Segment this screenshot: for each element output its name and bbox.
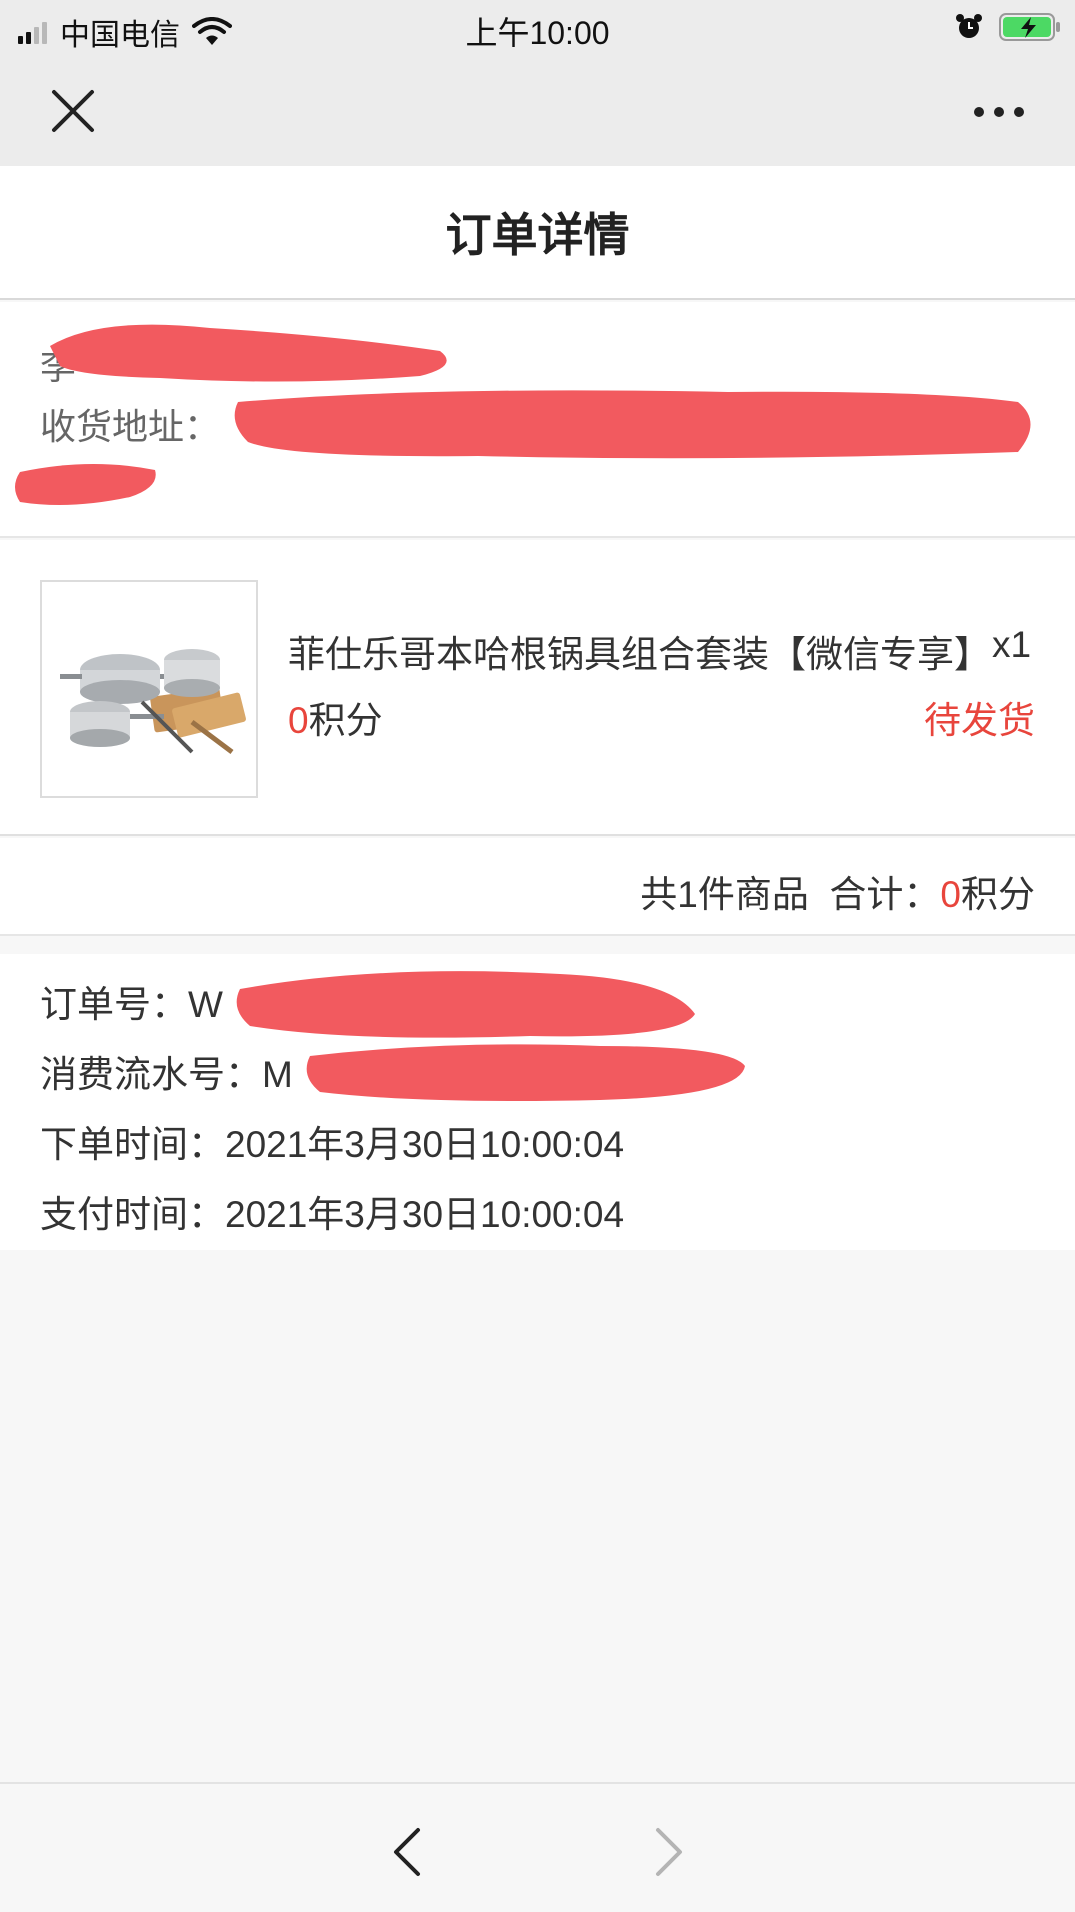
close-icon[interactable]	[50, 88, 96, 134]
serial-number-row: 消费流水号：M	[40, 1044, 293, 1098]
page-title: 订单详情	[445, 209, 630, 261]
order-info-card: 订单号：W 消费流水号：M 下单时间：2021年3月30日10:00:04 支付…	[0, 954, 1075, 1250]
redaction-mark	[50, 324, 447, 382]
cookware-set-image	[60, 649, 246, 754]
order-status: 待发货	[924, 700, 1035, 741]
product-image[interactable]	[40, 580, 258, 798]
item-count: 共1件商品	[640, 874, 809, 915]
pay-time-label: 支付时间：	[40, 1194, 225, 1235]
redaction-mark	[15, 463, 156, 506]
order-number-label: 订单号：	[40, 984, 188, 1025]
redaction-mark	[306, 1044, 745, 1101]
alarm-icon	[956, 14, 982, 38]
order-summary: 共1件商品 合计：0积分	[0, 838, 1075, 936]
total-value: 0	[940, 874, 961, 915]
order-number-value: W	[188, 984, 223, 1025]
summary-text: 共1件商品 合计：0积分	[640, 864, 1035, 918]
points-unit: 积分	[308, 700, 383, 741]
order-number-row: 订单号：W	[40, 974, 223, 1028]
redaction-mark	[234, 390, 1031, 459]
page-header: 订单详情	[0, 166, 1075, 300]
address-card: 李 收货地址：	[0, 302, 1075, 538]
battery-charging-icon	[999, 13, 1060, 41]
product-quantity: x1	[992, 624, 1032, 665]
address-label: 收货地址：	[40, 406, 221, 447]
serial-number-value: M	[262, 1054, 293, 1095]
status-bar: 中国电信 上午10:00	[0, 0, 1075, 54]
order-time-row: 下单时间：2021年3月30日10:00:04	[40, 1114, 624, 1168]
status-time: 上午10:00	[465, 15, 610, 51]
product-card[interactable]: 菲仕乐哥本哈根锅具组合套装【微信专享】 x1 0积分 待发货	[0, 540, 1075, 836]
order-time-label: 下单时间：	[40, 1124, 225, 1165]
order-time-value: 2021年3月30日10:00:04	[225, 1124, 625, 1165]
status-right	[955, 12, 1061, 42]
product-name[interactable]: 菲仕乐哥本哈根锅具组合套装【微信专享】	[288, 624, 991, 678]
product-points: 0积分	[288, 690, 383, 744]
pay-time-value: 2021年3月30日10:00:04	[225, 1194, 625, 1235]
webview-nav-bar	[0, 54, 1075, 166]
total-unit: 积分	[961, 874, 1035, 915]
total-label: 合计：	[829, 874, 941, 915]
more-dots-icon[interactable]	[973, 104, 1025, 120]
points-value: 0	[288, 700, 309, 741]
redaction-mark	[236, 971, 695, 1038]
chevron-left-icon[interactable]	[388, 1824, 428, 1880]
serial-number-label: 消费流水号：	[40, 1054, 262, 1095]
bottom-nav-bar	[0, 1782, 1075, 1912]
pay-time-row: 支付时间：2021年3月30日10:00:04	[40, 1184, 624, 1238]
chevron-right-icon[interactable]	[648, 1824, 688, 1880]
